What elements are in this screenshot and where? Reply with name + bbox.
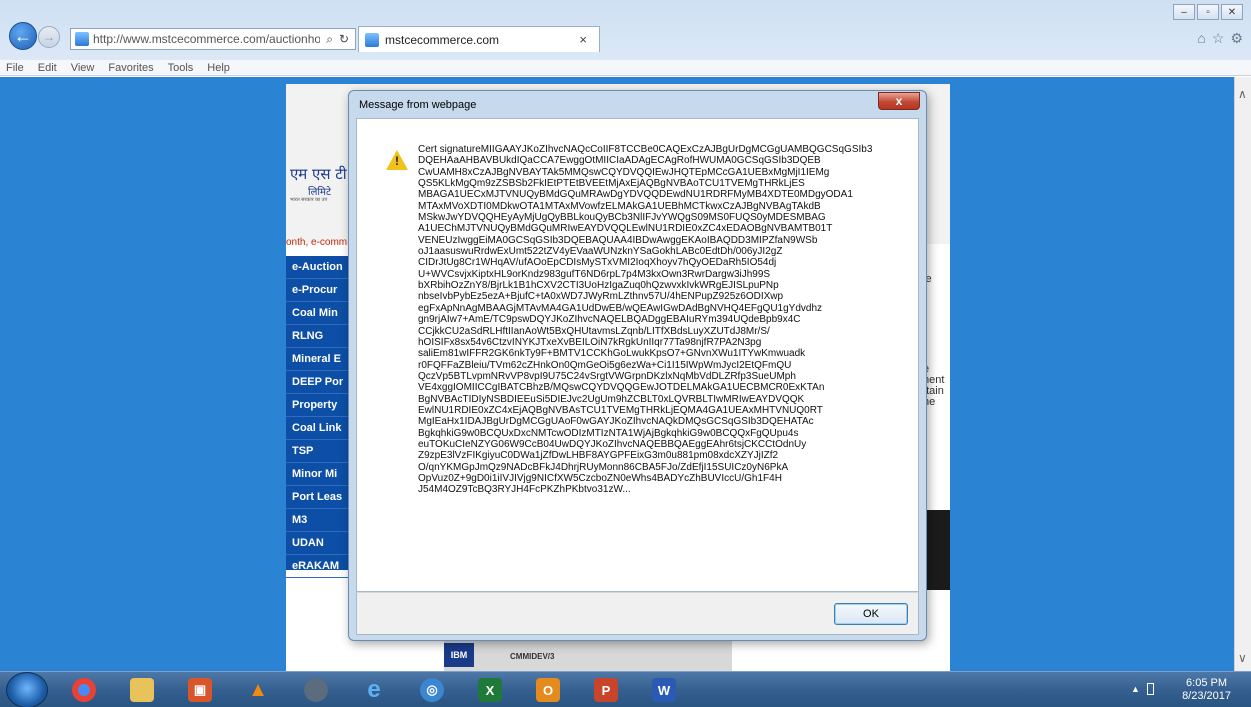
app-icon: ▣ [188, 678, 212, 702]
chrome-icon [72, 678, 96, 702]
menu-help[interactable]: Help [207, 62, 230, 74]
clock-time: 6:05 PM [1186, 677, 1228, 689]
favorites-star-icon[interactable]: ☆ [1212, 30, 1225, 47]
taskbar-app-2[interactable] [292, 674, 340, 706]
system-tray: ▲ 6:05 PM 8/23/2017 [1131, 672, 1251, 707]
show-hidden-icons-icon[interactable]: ▲ [1131, 684, 1140, 694]
search-icon[interactable]: ⌕ [326, 32, 333, 47]
internet-explorer-icon: e [367, 676, 381, 703]
scroll-down-icon[interactable]: ∨ [1238, 651, 1247, 665]
taskbar-app-3[interactable]: ◎ [408, 674, 456, 706]
back-button[interactable]: ← [9, 22, 37, 50]
excel-icon: X [478, 678, 502, 702]
dialog-footer: OK [356, 592, 919, 635]
tab-title: mstcecommerce.com [385, 32, 500, 47]
message-dialog: Message from webpage x ! Cert signatureM… [348, 90, 927, 641]
outlook-icon: O [536, 678, 560, 702]
app-icon [304, 678, 328, 702]
site-logo-subtitle: लिमिटे [308, 187, 331, 198]
app-icon: ◎ [420, 678, 444, 702]
tab-close-icon[interactable]: × [579, 32, 587, 47]
taskbar-chrome[interactable] [60, 674, 108, 706]
menu-edit[interactable]: Edit [38, 62, 57, 74]
taskbar-vlc[interactable]: ▲ [234, 674, 282, 706]
warning-exclamation-icon: ! [395, 154, 399, 168]
ibm-logo: IBM [444, 643, 474, 667]
file-explorer-icon [130, 678, 154, 702]
address-url[interactable]: http://www.mstcecommerce.com/auctionhome… [93, 32, 320, 46]
ie-page-icon [75, 32, 89, 46]
forward-button[interactable]: → [38, 26, 60, 48]
scroll-up-icon[interactable]: ∧ [1238, 87, 1247, 101]
close-window-button[interactable]: ✕ [1221, 4, 1243, 20]
dialog-body: ! Cert signatureMIIGAAYJKoZIhvcNAQcCoIIF… [356, 118, 919, 592]
site-logo-tagline: भारत सरकार का उप [290, 197, 328, 203]
clock-date: 8/23/2017 [1182, 690, 1231, 702]
taskbar-excel[interactable]: X [466, 674, 514, 706]
home-icon[interactable]: ⌂ [1197, 30, 1205, 47]
news-marquee: onth, e-comm [286, 237, 348, 248]
page-scrollbar[interactable]: ∧ ∨ [1234, 77, 1251, 671]
word-icon: W [652, 678, 676, 702]
taskbar-app[interactable]: ▣ [176, 674, 224, 706]
settings-gear-icon[interactable]: ⚙ [1230, 30, 1243, 47]
menu-view[interactable]: View [71, 62, 95, 74]
ok-button[interactable]: OK [834, 603, 908, 625]
address-bar[interactable]: http://www.mstcecommerce.com/auctionhome… [70, 28, 356, 50]
window-controls: – ▫ ✕ [1173, 4, 1243, 20]
taskbar-word[interactable]: W [640, 674, 688, 706]
maximize-button[interactable]: ▫ [1197, 4, 1219, 20]
taskbar-internet-explorer[interactable]: e [350, 674, 398, 706]
cmmi-logo: CMMIDEV/3 [510, 652, 555, 661]
taskbar-powerpoint[interactable]: P [582, 674, 630, 706]
dialog-message: Cert signatureMIIGAAYJKoZIhvcNAQcCoIIF8T… [418, 144, 873, 496]
taskbar-file-explorer[interactable] [118, 674, 166, 706]
menu-tools[interactable]: Tools [168, 62, 194, 74]
menu-favorites[interactable]: Favorites [108, 62, 153, 74]
clock[interactable]: 6:05 PM 8/23/2017 [1182, 677, 1231, 703]
menu-bar: File Edit View Favorites Tools Help [0, 60, 1251, 76]
start-button[interactable] [6, 672, 48, 707]
battery-icon[interactable] [1147, 683, 1154, 695]
taskbar-outlook[interactable]: O [524, 674, 572, 706]
minimize-button[interactable]: – [1173, 4, 1195, 20]
browser-tab[interactable]: mstcecommerce.com × [358, 26, 600, 52]
dialog-title: Message from webpage [359, 99, 477, 111]
partner-logos-banner [444, 640, 732, 671]
browser-chrome: – ▫ ✕ ← → http://www.mstcecommerce.com/a… [0, 0, 1251, 60]
menu-file[interactable]: File [6, 62, 24, 74]
taskbar: ▣ ▲ e ◎ X O P W ▲ 6:05 PM 8/23/2017 [0, 671, 1251, 707]
ie-page-icon [365, 32, 379, 47]
refresh-icon[interactable]: ↻ [339, 32, 349, 47]
vlc-icon: ▲ [248, 678, 268, 701]
dialog-close-button[interactable]: x [878, 92, 920, 110]
powerpoint-icon: P [594, 678, 618, 702]
